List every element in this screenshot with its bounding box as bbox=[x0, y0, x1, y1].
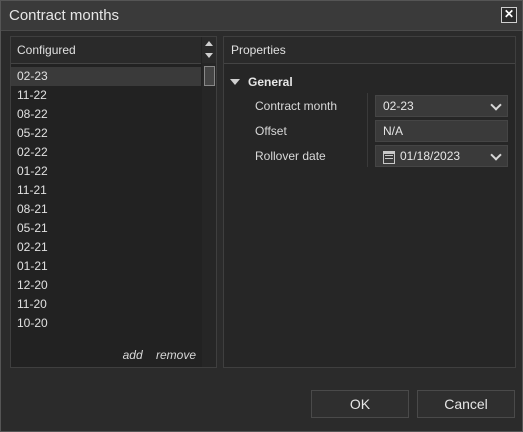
contract-month-list: 02-23 11-22 08-22 05-22 02-22 01-22 11-21 08-21… bbox=[11, 67, 201, 337]
rollover-date-picker[interactable]: 01/18/2023 bbox=[375, 145, 508, 167]
scroll-down-icon[interactable] bbox=[205, 53, 213, 58]
close-icon[interactable]: ✕ bbox=[501, 7, 517, 23]
properties-header: Properties bbox=[224, 37, 515, 64]
calendar-icon[interactable] bbox=[383, 151, 395, 164]
list-item[interactable]: 08-21 bbox=[11, 200, 201, 219]
caret-down-icon bbox=[230, 78, 240, 85]
list-actions: add remove bbox=[113, 348, 196, 362]
scroll-up-icon[interactable] bbox=[205, 41, 213, 46]
list-item[interactable]: 08-22 bbox=[11, 105, 201, 124]
ok-button[interactable]: OK bbox=[311, 390, 409, 418]
list-item[interactable]: 11-21 bbox=[11, 181, 201, 200]
chevron-down-icon bbox=[490, 149, 502, 161]
list-item[interactable]: 02-23 bbox=[11, 67, 201, 86]
properties-panel: Properties General Contract month 02-23 … bbox=[223, 36, 516, 368]
list-item[interactable]: 05-22 bbox=[11, 124, 201, 143]
list-item[interactable]: 10-20 bbox=[11, 314, 201, 333]
configured-header: Configured bbox=[11, 37, 201, 64]
list-scrollbar[interactable] bbox=[202, 63, 216, 367]
list-item[interactable]: 01-22 bbox=[11, 162, 201, 181]
offset-value: N/A bbox=[383, 124, 404, 138]
chevron-down-icon bbox=[490, 99, 502, 111]
contract-months-dialog: Contract months ✕ Configured 02-23 11-22 0… bbox=[0, 0, 523, 432]
list-item[interactable]: 05-21 bbox=[11, 219, 201, 238]
list-item[interactable]: 02-21 bbox=[11, 238, 201, 257]
property-divider bbox=[367, 93, 368, 167]
properties-header-label: Properties bbox=[231, 43, 286, 57]
group-label: General bbox=[248, 75, 293, 89]
add-link[interactable]: add bbox=[123, 348, 143, 362]
offset-label: Offset bbox=[255, 124, 287, 138]
contract-month-label: Contract month bbox=[255, 99, 338, 113]
cancel-button[interactable]: Cancel bbox=[417, 390, 515, 418]
rollover-date-value: 01/18/2023 bbox=[400, 149, 461, 163]
remove-link[interactable]: remove bbox=[156, 348, 196, 362]
offset-field[interactable]: N/A bbox=[375, 120, 508, 142]
list-item[interactable]: 02-22 bbox=[11, 143, 201, 162]
list-item[interactable]: 11-22 bbox=[11, 86, 201, 105]
list-scroll-arrows[interactable] bbox=[202, 37, 216, 64]
configured-header-label: Configured bbox=[17, 43, 76, 57]
window-title: Contract months bbox=[9, 7, 120, 24]
list-item[interactable]: 12-20 bbox=[11, 276, 201, 295]
general-group-toggle[interactable]: General bbox=[230, 75, 293, 89]
list-item[interactable]: 01-21 bbox=[11, 257, 201, 276]
title-bar[interactable]: Contract months ✕ bbox=[1, 1, 522, 31]
rollover-date-label: Rollover date bbox=[255, 149, 326, 163]
contract-month-value: 02-23 bbox=[383, 99, 414, 113]
scrollbar-thumb[interactable] bbox=[204, 66, 215, 86]
configured-panel: Configured 02-23 11-22 08-22 05-22 02-22 01-2… bbox=[10, 36, 217, 368]
list-item[interactable]: 11-20 bbox=[11, 295, 201, 314]
contract-month-dropdown[interactable]: 02-23 bbox=[375, 95, 508, 117]
